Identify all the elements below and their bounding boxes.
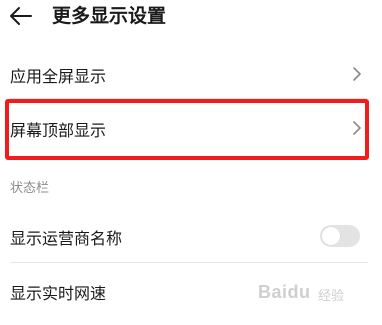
toggle-knob <box>322 227 340 245</box>
page-title: 更多显示设置 <box>52 5 167 27</box>
chevron-right-icon <box>353 121 361 135</box>
section-label-status-bar: 状态栏 <box>10 181 50 196</box>
title-bar: 更多显示设置 <box>0 0 382 34</box>
row-divider <box>10 98 368 99</box>
show-realtime-speed-row[interactable]: 显示实时网速 <box>0 266 382 316</box>
chevron-right-icon <box>353 67 361 81</box>
back-arrow-icon[interactable] <box>8 4 34 28</box>
carrier-name-toggle[interactable] <box>320 225 360 247</box>
app-fullscreen-label: 应用全屏显示 <box>10 67 107 86</box>
show-carrier-name-label: 显示运营商名称 <box>10 229 123 248</box>
settings-screen: 更多显示设置 应用全屏显示 屏幕顶部显示 状态栏 显示运营商名称 显示实时网速 … <box>0 0 382 325</box>
screen-top-display-label: 屏幕顶部显示 <box>10 121 107 140</box>
app-fullscreen-row[interactable]: 应用全屏显示 <box>0 52 382 96</box>
show-realtime-speed-label: 显示实时网速 <box>10 284 107 303</box>
screen-top-display-row[interactable]: 屏幕顶部显示 <box>0 104 382 156</box>
row-divider <box>10 262 368 263</box>
